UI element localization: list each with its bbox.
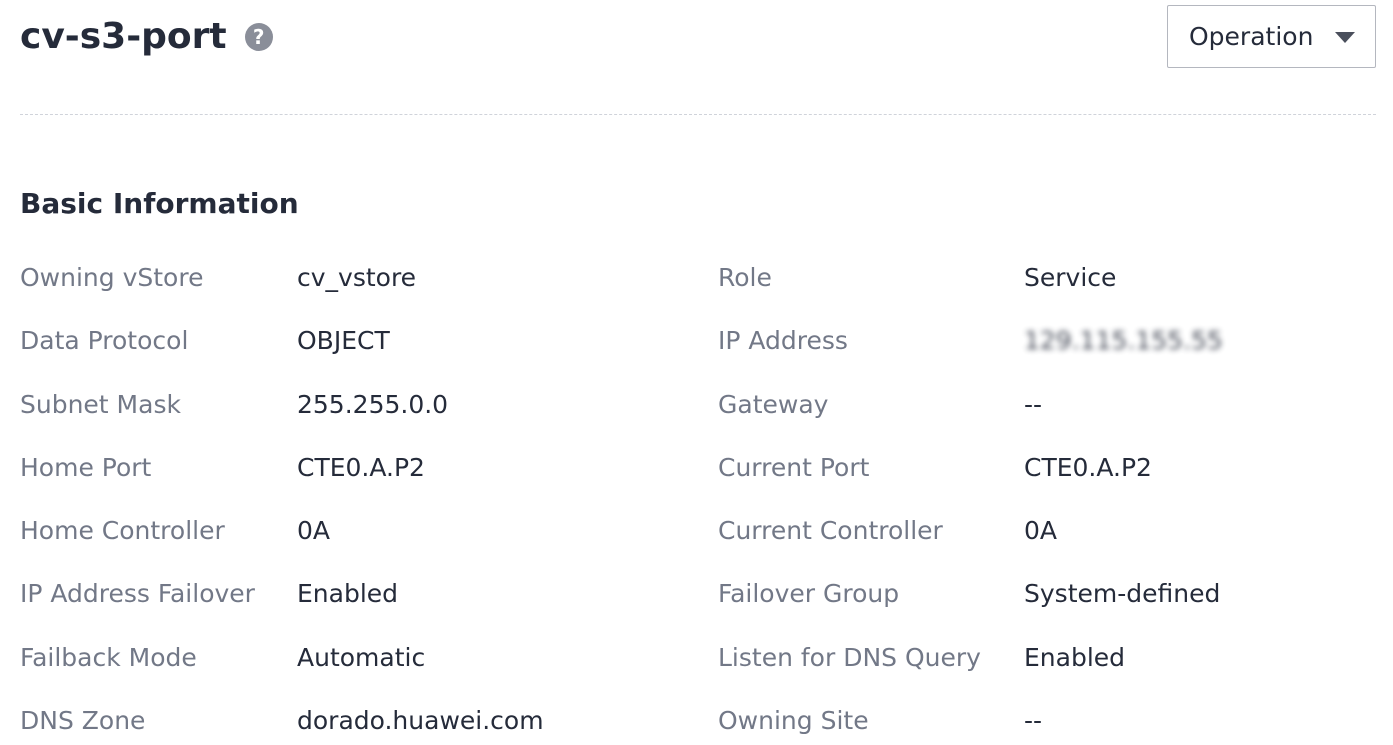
- field-value: Enabled: [297, 579, 399, 609]
- field-value: CTE0.A.P2: [1024, 452, 1152, 482]
- field-label: Role: [718, 263, 772, 292]
- field-value: cv_vstore: [297, 263, 417, 292]
- field-value: --: [1024, 389, 1043, 419]
- field-value: OBJECT: [297, 326, 390, 356]
- info-row: Home Controller 0A Current Controller 0A: [20, 501, 1376, 564]
- field-label: Owning Site: [718, 706, 869, 736]
- field-value: dorado.huawei.com: [297, 706, 544, 736]
- field-value: Service: [1024, 263, 1117, 292]
- field-label: IP Address Failover: [20, 579, 255, 609]
- page-header: cv-s3-port ? Operation: [20, 0, 1376, 116]
- field-label: Current Port: [718, 452, 870, 482]
- field-label: Current Controller: [718, 516, 943, 546]
- info-row: Home Port CTE0.A.P2 Current Port CTE0.A.…: [20, 438, 1376, 501]
- field-label: IP Address: [718, 326, 848, 356]
- ip-address-value-redacted: 129.115.155.55: [1024, 326, 1223, 356]
- field-value: --: [1024, 706, 1043, 736]
- field-label: Data Protocol: [20, 326, 189, 356]
- info-row: Owning vStore cv_vstore Role Service: [20, 248, 1376, 311]
- field-label: Failover Group: [718, 579, 900, 609]
- title-group: cv-s3-port ?: [20, 15, 273, 59]
- info-row: DNS Zone dorado.huawei.com Owning Site -…: [20, 691, 1376, 745]
- info-row: IP Address Failover Enabled Failover Gro…: [20, 564, 1376, 627]
- header-divider: [20, 114, 1376, 115]
- field-value: Automatic: [297, 642, 426, 672]
- field-label: Failback Mode: [20, 642, 197, 672]
- question-circle-icon[interactable]: ?: [244, 23, 273, 51]
- field-label: Gateway: [718, 389, 829, 419]
- info-row: Subnet Mask 255.255.0.0 Gateway --: [20, 375, 1376, 438]
- field-value: System-defined: [1024, 579, 1221, 609]
- field-value: 0A: [1024, 516, 1058, 546]
- field-label: Subnet Mask: [20, 389, 181, 419]
- basic-information-grid: Owning vStore cv_vstore Role Service Dat…: [20, 248, 1376, 745]
- operation-dropdown-button[interactable]: Operation: [1167, 5, 1376, 68]
- field-value: CTE0.A.P2: [297, 452, 425, 482]
- field-label: Listen for DNS Query: [718, 642, 981, 672]
- operation-button-label: Operation: [1189, 22, 1314, 51]
- caret-down-icon: [1335, 32, 1355, 43]
- field-label: DNS Zone: [20, 706, 146, 736]
- field-label: Home Controller: [20, 516, 225, 546]
- field-label: Home Port: [20, 452, 152, 482]
- port-detail-page: cv-s3-port ? Operation Basic Information…: [0, 0, 1393, 745]
- section-title-basic-information: Basic Information: [20, 187, 299, 220]
- info-row: Data Protocol OBJECT IP Address 129.115.…: [20, 311, 1376, 374]
- field-label: Owning vStore: [20, 263, 204, 292]
- field-value: 0A: [297, 516, 331, 546]
- page-title: cv-s3-port: [20, 16, 227, 57]
- info-row: Failback Mode Automatic Listen for DNS Q…: [20, 628, 1376, 691]
- field-value: 255.255.0.0: [297, 389, 449, 419]
- field-value: Enabled: [1024, 642, 1126, 672]
